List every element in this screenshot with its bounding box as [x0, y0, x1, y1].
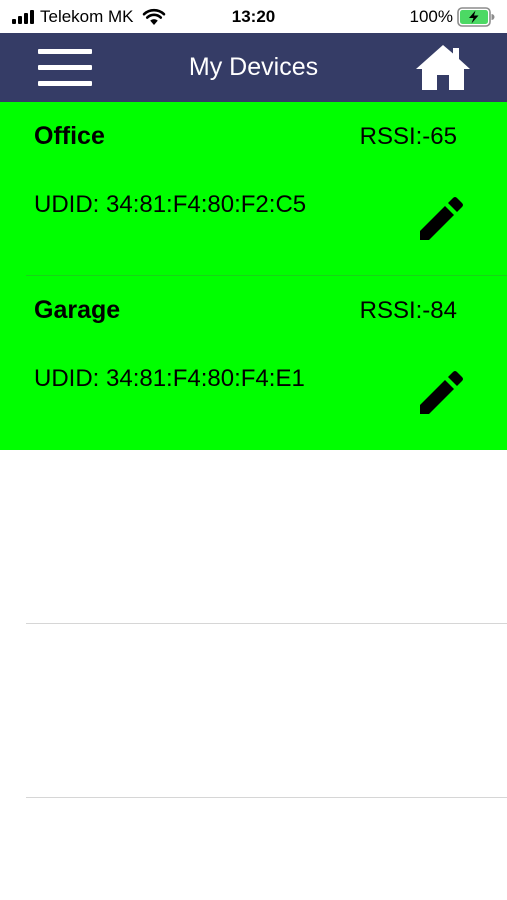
empty-row-divider: [26, 623, 507, 624]
battery-percent: 100%: [409, 7, 453, 26]
battery-charging-icon: [457, 7, 495, 27]
device-name: Office: [34, 122, 105, 150]
pencil-icon: [420, 371, 463, 414]
status-right: 100%: [410, 6, 495, 28]
device-name: Garage: [34, 296, 121, 324]
empty-row-divider: [26, 797, 507, 798]
status-bar: Telekom MK 13:20 100%: [0, 0, 507, 33]
edit-button[interactable]: [417, 191, 469, 243]
device-list: Office RSSI:-65 UDID: 34:81:F4:80:F2:C5 …: [0, 102, 507, 450]
edit-button[interactable]: [417, 365, 469, 417]
pencil-icon: [420, 197, 463, 240]
home-icon: [416, 45, 470, 90]
list-item[interactable]: Garage RSSI:-84 UDID: 34:81:F4:80:F4:E1: [0, 276, 507, 450]
navigation-bar: My Devices: [0, 33, 507, 102]
device-rssi: RSSI:-84: [359, 297, 457, 324]
list-item[interactable]: Office RSSI:-65 UDID: 34:81:F4:80:F2:C5: [0, 102, 507, 276]
device-udid: UDID: 34:81:F4:80:F2:C5: [34, 191, 307, 218]
home-button[interactable]: [414, 42, 472, 92]
device-udid: UDID: 34:81:F4:80:F4:E1: [34, 365, 305, 392]
device-rssi: RSSI:-65: [359, 123, 457, 150]
